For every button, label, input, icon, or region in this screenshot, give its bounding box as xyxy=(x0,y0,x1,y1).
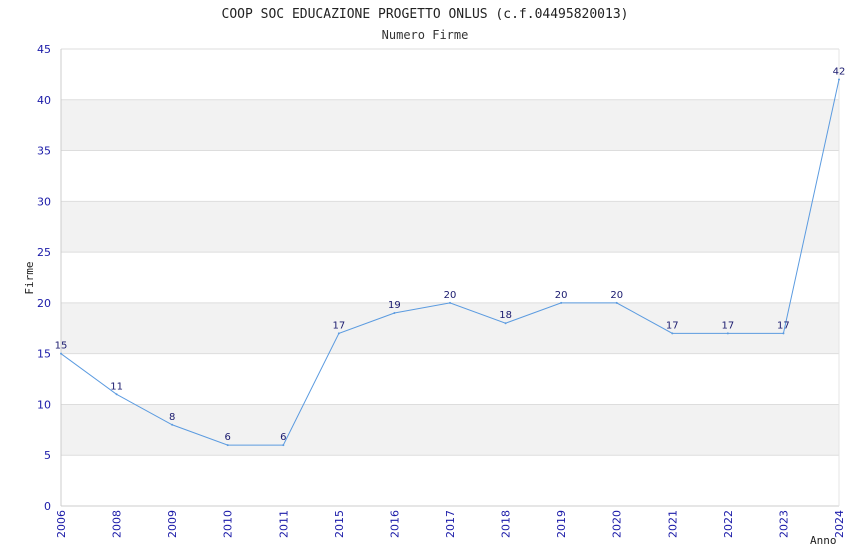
x-tick-label: 2010 xyxy=(222,510,235,538)
data-label: 17 xyxy=(332,320,345,331)
x-tick-label: 2023 xyxy=(777,510,790,538)
data-point xyxy=(115,393,118,396)
x-axis-label: Anno xyxy=(810,534,837,547)
y-tick-label: 5 xyxy=(44,449,51,462)
data-label: 20 xyxy=(444,290,457,301)
y-tick-label: 45 xyxy=(37,43,51,56)
data-point xyxy=(171,423,174,426)
x-tick-label: 2018 xyxy=(500,510,513,538)
line-chart: 051015202530354045 2006 2008 2009 2010 2011 2… xyxy=(23,7,846,547)
data-label: 20 xyxy=(555,290,568,301)
y-tick-label: 20 xyxy=(37,297,51,310)
x-tick-label: 2021 xyxy=(666,510,679,538)
data-label: 6 xyxy=(225,432,231,443)
x-tick-label: 2017 xyxy=(444,510,457,538)
x-tick-label: 2022 xyxy=(722,510,735,538)
y-tick-label: 0 xyxy=(44,500,51,513)
data-label: 17 xyxy=(666,320,679,331)
data-point xyxy=(671,332,674,335)
x-tick-label: 2016 xyxy=(388,510,401,538)
data-point xyxy=(560,301,563,304)
data-label: 42 xyxy=(833,66,846,77)
y-tick-label: 15 xyxy=(37,348,51,361)
grid-band xyxy=(61,99,839,151)
y-tick-label: 40 xyxy=(37,94,51,107)
data-label: 19 xyxy=(388,300,401,311)
y-tick-label: 25 xyxy=(37,246,51,259)
chart-title: COOP SOC EDUCAZIONE PROGETTO ONLUS (c.f.… xyxy=(222,7,629,22)
grid-band xyxy=(61,201,839,253)
data-label: 8 xyxy=(169,412,175,423)
x-tick-label: 2020 xyxy=(611,510,624,538)
data-point xyxy=(337,332,340,335)
x-tick-label: 2011 xyxy=(277,510,290,538)
data-label: 17 xyxy=(777,320,790,331)
data-label: 20 xyxy=(610,290,623,301)
data-point xyxy=(282,444,285,447)
x-tick-label: 2008 xyxy=(111,510,124,538)
data-point xyxy=(226,444,229,447)
y-axis-label: Firme xyxy=(23,261,36,294)
data-point xyxy=(726,332,729,335)
x-tick-label: 2015 xyxy=(333,510,346,538)
y-tick-label: 35 xyxy=(37,145,51,158)
data-label: 15 xyxy=(55,341,68,352)
data-label: 18 xyxy=(499,310,512,321)
chart-subtitle: Numero Firme xyxy=(382,28,469,42)
data-point xyxy=(782,332,785,335)
data-point xyxy=(60,352,62,355)
data-label: 17 xyxy=(721,320,734,331)
data-point xyxy=(393,312,396,315)
y-tick-label: 10 xyxy=(37,398,51,411)
data-point xyxy=(504,322,507,325)
y-tick-label: 30 xyxy=(37,195,51,208)
data-point xyxy=(449,301,451,304)
data-label: 11 xyxy=(110,381,123,392)
x-tick-label: 2006 xyxy=(55,510,68,538)
y-tick-labels: 0 5 10 15 20 25 30 35 40 45 xyxy=(37,43,51,513)
data-label: 6 xyxy=(280,432,286,443)
data-point xyxy=(838,78,840,81)
data-point xyxy=(615,301,618,304)
x-tick-label: 2009 xyxy=(166,510,179,538)
grid-band xyxy=(61,404,839,456)
x-tick-labels: 2006 2008 2009 2010 2011 2015 2016 2017 2018 2019… xyxy=(55,510,846,538)
x-tick-label: 2019 xyxy=(555,510,568,538)
grid-bands xyxy=(61,99,839,456)
